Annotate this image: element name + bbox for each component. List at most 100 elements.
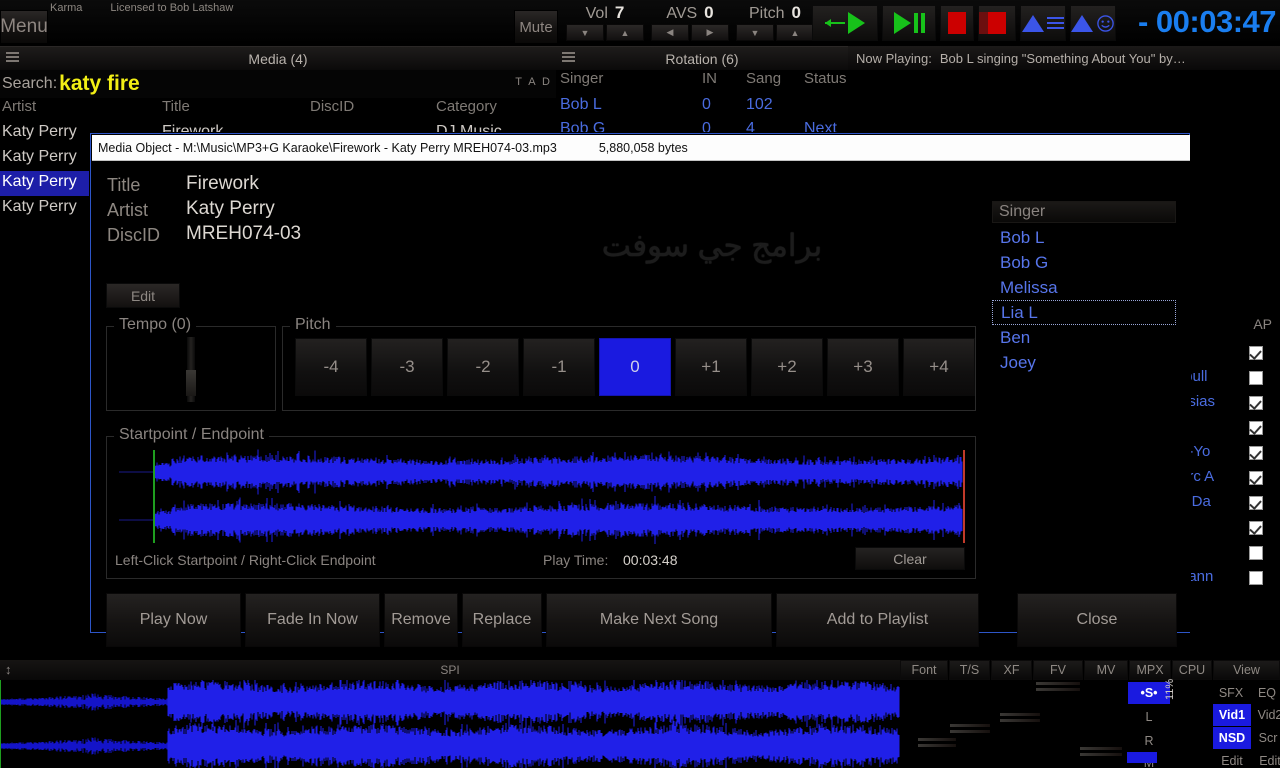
column-header-category[interactable]: Category	[436, 98, 497, 115]
column-header-discid[interactable]: DiscID	[310, 98, 354, 115]
dialog-title-path: Media Object - M:\Music\MP3+G Karaoke\Fi…	[98, 140, 557, 155]
nsd-button[interactable]: NSD	[1213, 727, 1251, 749]
play-now-button[interactable]: Play Now	[106, 593, 241, 647]
ap-checkbox[interactable]	[1249, 396, 1263, 410]
volume-down-button[interactable]: ▼	[566, 24, 604, 41]
column-header-title[interactable]: Title	[162, 98, 190, 115]
ts-button[interactable]: T/S	[949, 660, 990, 680]
pitch-button-minus1[interactable]: -1	[523, 338, 595, 396]
remove-button[interactable]: Remove	[384, 593, 458, 647]
list-item[interactable]: s Da	[1180, 491, 1280, 516]
list-item[interactable]: arc A	[1180, 466, 1280, 491]
singer-list-item[interactable]: Bob L	[992, 225, 1176, 250]
pitch-button-plus2[interactable]: +2	[751, 338, 823, 396]
list-item[interactable]	[1180, 341, 1280, 366]
edit-metadata-button[interactable]: Edit	[106, 283, 180, 308]
list-item[interactable]: hann	[1180, 566, 1280, 591]
column-header-ap[interactable]: AP	[1253, 316, 1272, 332]
tad-toggle[interactable]: T A D	[515, 76, 552, 88]
pitch-button-plus1[interactable]: +1	[675, 338, 747, 396]
vid2-button[interactable]: Vid2	[1253, 704, 1280, 726]
close-button[interactable]: Close	[1017, 593, 1177, 647]
mv-button[interactable]: MV	[1084, 660, 1128, 680]
pitch-up-button[interactable]: ▲	[776, 24, 814, 41]
list-item[interactable]	[1180, 516, 1280, 541]
ap-checkbox[interactable]	[1249, 421, 1263, 435]
ap-checkbox[interactable]	[1249, 496, 1263, 510]
tempo-slider-thumb[interactable]	[186, 370, 196, 396]
list-item[interactable]: esias	[1180, 391, 1280, 416]
ap-checkbox[interactable]	[1249, 371, 1263, 385]
mpx-button[interactable]: MPX	[1129, 660, 1171, 680]
media-search-row[interactable]: Search: katy fire T A D	[0, 70, 556, 98]
stop-icon	[948, 12, 966, 34]
view-button[interactable]: View	[1213, 660, 1280, 680]
waveform-display[interactable]	[113, 446, 969, 547]
play-pause-button[interactable]	[882, 5, 936, 41]
mpx-left-button[interactable]: L	[1128, 706, 1170, 728]
edit-left-button[interactable]: Edit	[1213, 750, 1251, 768]
pitch-button-plus3[interactable]: +3	[827, 338, 899, 396]
singer-list-item[interactable]: Bob G	[992, 250, 1176, 275]
scr-button[interactable]: Scr	[1253, 727, 1280, 749]
eq-button[interactable]: EQ	[1252, 682, 1280, 704]
resize-handle-icon[interactable]: ↕	[5, 662, 12, 677]
singer-list-item[interactable]: Ben	[992, 325, 1176, 350]
column-header-sang[interactable]: Sang	[746, 70, 781, 87]
xf-button[interactable]: XF	[991, 660, 1032, 680]
pitch-button-plus4[interactable]: +4	[903, 338, 975, 396]
menu-button[interactable]: Menu	[0, 10, 48, 44]
main-waveform-display[interactable]	[0, 680, 900, 768]
column-header-artist[interactable]: Artist	[2, 98, 36, 115]
hamburger-menu-icon[interactable]	[6, 52, 19, 62]
replace-button[interactable]: Replace	[462, 593, 542, 647]
cell-in: 0	[702, 96, 711, 113]
stop-all-button[interactable]	[978, 5, 1016, 41]
mpx-right-button[interactable]: R	[1128, 730, 1170, 752]
pitch-button-minus3[interactable]: -3	[371, 338, 443, 396]
rewind-play-button[interactable]	[812, 5, 878, 41]
make-next-song-button[interactable]: Make Next Song	[546, 593, 772, 647]
pitch-button-minus4[interactable]: -4	[295, 338, 367, 396]
list-item[interactable]: e-Yo	[1180, 441, 1280, 466]
search-input[interactable]: katy fire	[57, 72, 140, 96]
singer-list-item[interactable]: Joey	[992, 350, 1176, 375]
ap-checkbox[interactable]	[1249, 571, 1263, 585]
rotation-row[interactable]: Bob L 0 102	[556, 95, 848, 119]
vid1-button[interactable]: Vid1	[1213, 704, 1251, 726]
sfx-button[interactable]: SFX	[1213, 682, 1249, 704]
singer-list-item-selected[interactable]: Lia L	[992, 300, 1176, 325]
pitch-button-zero[interactable]: 0	[599, 338, 671, 396]
avs-down-button[interactable]: ◀	[651, 24, 689, 41]
fv-button[interactable]: FV	[1033, 660, 1083, 680]
clear-button[interactable]: Clear	[855, 547, 965, 570]
singer-button[interactable]	[1070, 5, 1116, 41]
fade-in-now-button[interactable]: Fade In Now	[245, 593, 380, 647]
column-header-in[interactable]: IN	[702, 70, 717, 87]
singer-list-item[interactable]: Melissa	[992, 275, 1176, 300]
meter-lines-2	[918, 738, 956, 747]
list-item[interactable]	[1180, 541, 1280, 566]
playlist-button[interactable]	[1020, 5, 1066, 41]
column-header-singer[interactable]: Singer	[560, 70, 603, 87]
pitch-button-minus2[interactable]: -2	[447, 338, 519, 396]
cpu-button[interactable]: CPU	[1172, 660, 1212, 680]
list-item[interactable]	[1180, 416, 1280, 441]
hamburger-menu-icon[interactable]	[562, 52, 575, 62]
ap-checkbox[interactable]	[1249, 521, 1263, 535]
add-to-playlist-button[interactable]: Add to Playlist	[776, 593, 979, 647]
right-playlist: AP tbull esias e-Yo arc A s Da hann	[1180, 316, 1280, 606]
font-button[interactable]: Font	[900, 660, 948, 680]
pitch-down-button[interactable]: ▼	[736, 24, 774, 41]
ap-checkbox[interactable]	[1249, 446, 1263, 460]
avs-up-button[interactable]: ▶	[691, 24, 729, 41]
column-header-status[interactable]: Status	[804, 70, 847, 87]
stop-button[interactable]	[940, 5, 974, 41]
list-item[interactable]: tbull	[1180, 366, 1280, 391]
edit-right-button[interactable]: Edit	[1253, 750, 1280, 768]
ap-checkbox[interactable]	[1249, 346, 1263, 360]
ap-checkbox[interactable]	[1249, 546, 1263, 560]
ap-checkbox[interactable]	[1249, 471, 1263, 485]
volume-up-button[interactable]: ▲	[606, 24, 644, 41]
mute-button[interactable]: Mute	[514, 10, 558, 44]
